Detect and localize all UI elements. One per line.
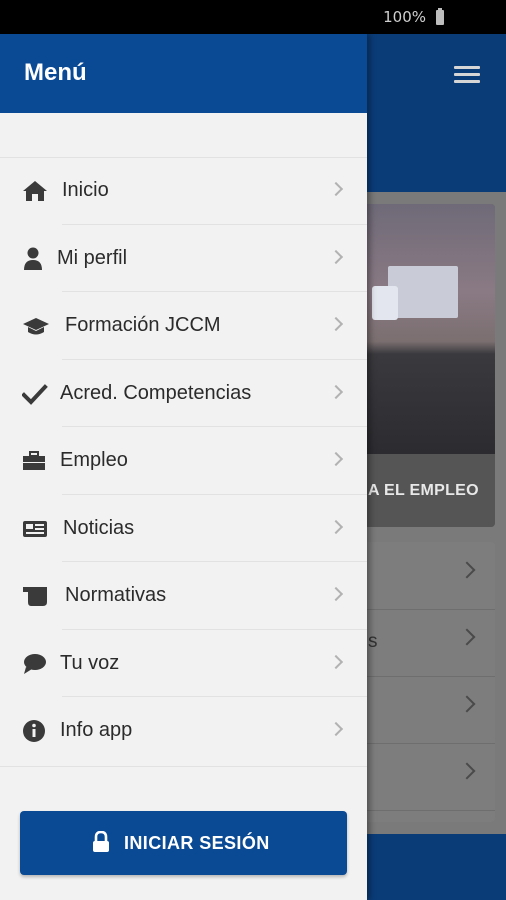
chat-bubble-icon — [22, 652, 48, 676]
hamburger-menu-icon[interactable] — [454, 66, 480, 84]
divider — [0, 766, 367, 767]
menu-item-label: Tu voz — [60, 651, 120, 674]
menu-item-noticias[interactable]: Noticias — [0, 495, 367, 562]
drawer-header: Menú — [0, 34, 367, 113]
truck-trailer — [388, 266, 458, 318]
menu-item-label: Empleo — [60, 449, 128, 471]
menu-item-label: Normativas — [65, 584, 167, 606]
lock-icon — [92, 830, 110, 853]
menu-item-acred-competencias[interactable]: Acred. Competencias — [0, 360, 367, 427]
info-icon — [22, 719, 48, 743]
chevron-right-icon — [328, 519, 344, 534]
menu-item-formacion-jccm[interactable]: Formación JCCM — [0, 292, 367, 360]
menu-item-mi-perfil[interactable]: Mi perfil — [0, 225, 367, 292]
menu-item-label: Formación JCCM — [65, 314, 221, 336]
menu-item-label: Noticias — [63, 516, 135, 539]
chevron-right-icon — [328, 451, 344, 467]
scroll-icon — [22, 584, 48, 608]
chevron-right-icon — [328, 316, 344, 332]
chevron-right-icon — [328, 654, 344, 669]
menu-item-label: Info app — [60, 719, 133, 741]
battery-percentage: 100% — [383, 8, 426, 26]
menu-item-label: Inicio — [62, 179, 109, 201]
menu-item-info-app[interactable]: Info app — [0, 697, 367, 765]
menu-item-empleo[interactable]: Empleo — [0, 427, 367, 495]
menu-item-normativas[interactable]: Normativas — [0, 562, 367, 630]
navigation-drawer: Menú Inicio Mi perfil Formación JCCM Acr… — [0, 34, 367, 900]
newspaper-icon — [22, 517, 48, 541]
menu-item-inicio[interactable]: Inicio — [0, 157, 367, 225]
drawer-menu: Inicio Mi perfil Formación JCCM Acred. C… — [0, 157, 367, 765]
chevron-right-icon — [458, 628, 476, 646]
check-icon — [21, 382, 48, 406]
menu-item-label: Mi perfil — [57, 246, 128, 269]
truck-cab — [372, 286, 398, 320]
chevron-right-icon — [328, 384, 344, 399]
chevron-right-icon — [458, 561, 476, 579]
home-icon — [22, 179, 48, 203]
graduation-cap-icon — [22, 314, 49, 338]
chevron-right-icon — [458, 762, 476, 780]
battery-icon — [436, 8, 444, 25]
chevron-right-icon — [328, 249, 344, 264]
menu-item-label: Acred. Competencias — [60, 381, 252, 404]
chevron-right-icon — [328, 586, 344, 602]
drawer-title: Menú — [24, 59, 87, 86]
user-icon — [22, 247, 48, 271]
status-bar: 100% — [0, 0, 506, 34]
chevron-right-icon — [458, 695, 476, 713]
menu-item-tu-voz[interactable]: Tu voz — [0, 630, 367, 697]
briefcase-icon — [22, 449, 48, 473]
chevron-right-icon — [328, 721, 344, 737]
login-button-label: INICIAR SESIÓN — [124, 833, 270, 853]
chevron-right-icon — [328, 181, 344, 197]
login-button[interactable]: INICIAR SESIÓN — [20, 811, 347, 875]
